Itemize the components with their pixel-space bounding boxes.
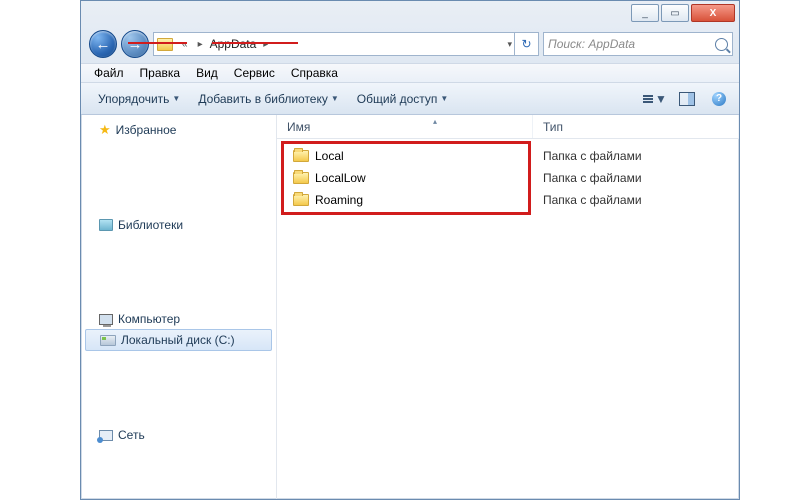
refresh-button[interactable]: ↻	[515, 32, 539, 56]
content-pane: ▴ Имя Тип Local Папка с файлами LocalLow…	[277, 115, 739, 499]
column-header-type[interactable]: Тип	[533, 115, 739, 138]
star-icon: ★	[99, 122, 111, 138]
folder-icon	[157, 38, 173, 51]
libraries-icon	[99, 219, 113, 231]
folder-type: Папка с файлами	[533, 171, 739, 185]
folder-name: LocalLow	[315, 171, 366, 185]
folder-row[interactable]: Local Папка с файлами	[277, 145, 739, 167]
favorites-label: Избранное	[116, 123, 177, 137]
annotation-underline	[128, 42, 187, 44]
organize-button[interactable]: Упорядочить ▼	[91, 89, 187, 109]
maximize-button[interactable]: ▭	[661, 4, 689, 22]
folder-type: Папка с файлами	[533, 149, 739, 163]
share-button[interactable]: Общий доступ ▼	[350, 89, 456, 109]
computer-label: Компьютер	[118, 312, 180, 326]
sort-indicator-icon: ▴	[433, 117, 437, 126]
libraries-label: Библиотеки	[118, 218, 183, 232]
search-placeholder: Поиск: AppData	[548, 37, 635, 51]
explorer-window: _ ▭ X ← → « ▸ AppData ▸ ▾ ↻ Поиск: AppDa…	[80, 0, 740, 500]
sidebar-favorites[interactable]: ★ Избранное	[81, 119, 276, 141]
organize-label: Упорядочить	[98, 92, 169, 106]
path-segment-appdata[interactable]: AppData	[208, 37, 259, 51]
path-overflow-icon[interactable]: «	[177, 39, 193, 50]
view-list-icon	[643, 95, 653, 103]
preview-pane-button[interactable]	[673, 88, 701, 110]
search-icon	[715, 38, 728, 51]
address-bar-wrap: « ▸ AppData ▸ ▾ ↻ Поиск: AppData	[153, 32, 733, 56]
search-input[interactable]: Поиск: AppData	[543, 32, 733, 56]
forward-button[interactable]: →	[121, 30, 149, 58]
navigation-sidebar: ★ Избранное Библиотеки Компьютер Локальн…	[81, 115, 277, 499]
folder-row[interactable]: LocalLow Папка с файлами	[277, 167, 739, 189]
sidebar-local-disk-c[interactable]: Локальный диск (C:)	[85, 329, 272, 351]
preview-pane-icon	[679, 92, 695, 106]
chevron-down-icon: ▼	[331, 94, 339, 103]
menubar: Файл Правка Вид Сервис Справка	[81, 63, 739, 83]
menu-view[interactable]: Вид	[189, 64, 225, 82]
path-sep-icon[interactable]: ▸	[193, 39, 208, 50]
share-label: Общий доступ	[357, 92, 438, 106]
local-disk-label: Локальный диск (C:)	[121, 333, 235, 347]
help-icon: ?	[712, 92, 726, 106]
chevron-down-icon: ▼	[172, 94, 180, 103]
command-bar: Упорядочить ▼ Добавить в библиотеку ▼ Об…	[81, 83, 739, 115]
chevron-down-icon: ▼	[440, 94, 448, 103]
window-chrome: _ ▭ X ← → « ▸ AppData ▸ ▾ ↻ Поиск: AppDa…	[81, 1, 739, 63]
sidebar-network[interactable]: Сеть	[81, 425, 276, 445]
computer-icon	[99, 314, 113, 325]
sidebar-libraries[interactable]: Библиотеки	[81, 215, 276, 235]
column-header-name[interactable]: Имя	[277, 115, 533, 138]
explorer-body: ★ Избранное Библиотеки Компьютер Локальн…	[81, 115, 739, 499]
help-button[interactable]: ?	[705, 88, 733, 110]
path-sep-icon[interactable]: ▸	[258, 39, 273, 50]
navigation-row: ← → « ▸ AppData ▸ ▾ ↻ Поиск: AppData	[81, 29, 739, 63]
file-list: Local Папка с файлами LocalLow Папка с ф…	[277, 139, 739, 211]
chevron-down-icon: ▼	[655, 92, 667, 106]
network-label: Сеть	[118, 428, 145, 442]
menu-help[interactable]: Справка	[284, 64, 345, 82]
annotation-underline	[212, 42, 298, 44]
titlebar: _ ▭ X	[81, 1, 739, 29]
menu-file[interactable]: Файл	[87, 64, 131, 82]
drive-icon	[100, 335, 116, 346]
folder-type: Папка с файлами	[533, 193, 739, 207]
minimize-button[interactable]: _	[631, 4, 659, 22]
network-icon	[99, 430, 113, 441]
folder-row[interactable]: Roaming Папка с файлами	[277, 189, 739, 211]
view-mode-button[interactable]: ▼	[641, 88, 669, 110]
menu-tools[interactable]: Сервис	[227, 64, 282, 82]
close-button[interactable]: X	[691, 4, 735, 22]
back-button[interactable]: ←	[89, 30, 117, 58]
add-to-library-button[interactable]: Добавить в библиотеку ▼	[191, 89, 345, 109]
folder-icon	[293, 150, 309, 162]
address-bar[interactable]: « ▸ AppData ▸ ▾	[153, 32, 515, 56]
address-dropdown-icon[interactable]: ▾	[507, 39, 512, 50]
folder-name: Roaming	[315, 193, 363, 207]
menu-edit[interactable]: Правка	[133, 64, 188, 82]
folder-icon	[293, 194, 309, 206]
sidebar-computer[interactable]: Компьютер	[81, 309, 276, 329]
add-library-label: Добавить в библиотеку	[198, 92, 328, 106]
folder-name: Local	[315, 149, 344, 163]
column-headers: ▴ Имя Тип	[277, 115, 739, 139]
folder-icon	[293, 172, 309, 184]
